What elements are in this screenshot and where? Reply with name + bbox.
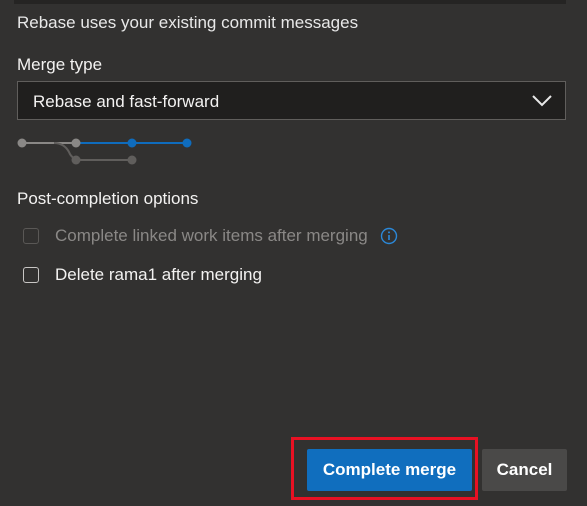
top-divider: [14, 0, 566, 4]
chevron-down-icon: [532, 95, 552, 107]
complete-pull-request-panel: Rebase uses your existing commit message…: [0, 0, 587, 506]
delete-branch-label[interactable]: Delete rama1 after merging: [55, 265, 262, 285]
complete-merge-button[interactable]: Complete merge: [307, 449, 472, 491]
merge-type-label: Merge type: [17, 55, 103, 74]
delete-branch-checkbox[interactable]: [23, 267, 39, 283]
info-icon[interactable]: [380, 227, 398, 245]
linked-work-items-checkbox: [23, 228, 39, 244]
linked-work-items-option: Complete linked work items after merging: [23, 226, 398, 246]
rebase-note: Rebase uses your existing commit message…: [17, 13, 359, 32]
rebase-fast-forward-diagram-icon: [17, 138, 192, 165]
linked-work-items-label: Complete linked work items after merging: [55, 226, 368, 245]
delete-branch-option[interactable]: Delete rama1 after merging: [23, 265, 262, 285]
merge-type-selected-value: Rebase and fast-forward: [33, 92, 220, 111]
merge-type-dropdown[interactable]: Rebase and fast-forward: [17, 81, 566, 120]
cancel-button[interactable]: Cancel: [482, 449, 567, 491]
post-completion-options-label: Post-completion options: [17, 189, 199, 208]
